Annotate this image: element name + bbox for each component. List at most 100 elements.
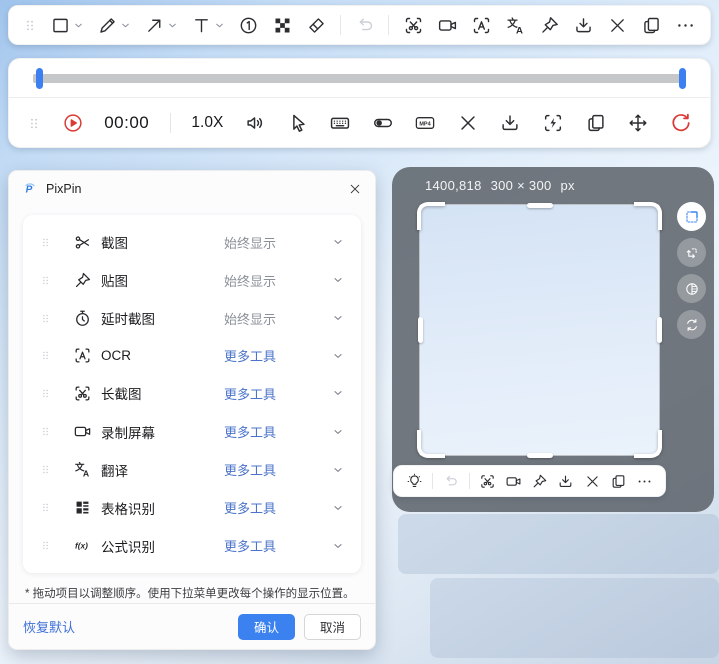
- translate-button[interactable]: 文A: [505, 15, 526, 36]
- row-drag-handle[interactable]: [40, 461, 51, 478]
- annotation-toolbar-drag-handle[interactable]: [23, 15, 37, 36]
- long-screenshot-button[interactable]: [479, 473, 496, 490]
- row-drag-handle[interactable]: [40, 385, 51, 402]
- restore-defaults-link[interactable]: 恢复默认: [23, 617, 75, 636]
- feature-label: 公式识别: [101, 539, 155, 555]
- dialog-note: * 拖动项目以调整顺序。使用下拉菜单更改每个操作的显示位置。: [25, 588, 355, 600]
- save-button[interactable]: [557, 473, 574, 490]
- row-drag-handle[interactable]: [40, 272, 51, 289]
- display-mode-value[interactable]: 更多工具: [224, 422, 332, 441]
- copy-button[interactable]: [610, 473, 627, 490]
- eraser-tool-button[interactable]: [306, 15, 327, 36]
- row-drag-handle[interactable]: [40, 499, 51, 516]
- chevron-down-icon[interactable]: [332, 502, 344, 514]
- chevron-down-icon[interactable]: [214, 20, 225, 31]
- restart-recording-button[interactable]: [670, 112, 692, 134]
- row-drag-handle[interactable]: [40, 423, 51, 440]
- chevron-down-icon[interactable]: [332, 387, 344, 399]
- display-mode-value[interactable]: 始终显示: [224, 309, 332, 328]
- trim-track[interactable]: [33, 74, 686, 83]
- selection-edge-handle[interactable]: [526, 202, 553, 208]
- display-mode-value[interactable]: 更多工具: [224, 498, 332, 517]
- trim-handle-right[interactable]: [679, 68, 686, 89]
- arrow-tool-button[interactable]: [144, 15, 178, 36]
- chevron-down-icon[interactable]: [120, 20, 131, 31]
- close-button[interactable]: [607, 15, 628, 36]
- ocr-button[interactable]: [471, 15, 492, 36]
- recorder-drag-handle[interactable]: [27, 113, 41, 134]
- selection-mode-button[interactable]: [677, 202, 706, 231]
- record-screen-button[interactable]: [437, 15, 458, 36]
- selection-edge-handle[interactable]: [526, 452, 553, 458]
- pencil-tool-button[interactable]: [97, 15, 131, 36]
- selection-edge-handle[interactable]: [417, 317, 423, 343]
- selection-corner-handle[interactable]: [417, 202, 445, 230]
- display-mode-value[interactable]: 更多工具: [224, 384, 332, 403]
- volume-button[interactable]: [244, 112, 266, 134]
- keyboard-overlay-button[interactable]: [329, 112, 351, 134]
- record-toggle-button[interactable]: [372, 112, 394, 134]
- capture-selection[interactable]: [417, 202, 662, 458]
- copy-button[interactable]: [641, 15, 662, 36]
- close-button[interactable]: [584, 473, 601, 490]
- speed-button[interactable]: 1.0X: [191, 114, 223, 132]
- row-drag-handle[interactable]: [40, 310, 51, 327]
- resize-selection-button[interactable]: [677, 238, 706, 267]
- chevron-down-icon[interactable]: [332, 350, 344, 362]
- selection-edge-handle[interactable]: [656, 317, 662, 343]
- mosaic-tool-button[interactable]: [272, 15, 293, 36]
- chevron-down-icon[interactable]: [332, 274, 344, 286]
- chevron-down-icon[interactable]: [332, 312, 344, 324]
- row-drag-handle[interactable]: [40, 537, 51, 554]
- chevron-down-icon[interactable]: [332, 540, 344, 552]
- text-tool-button[interactable]: [191, 15, 225, 36]
- dialog-close-button[interactable]: [348, 182, 362, 196]
- toggle-icon: [372, 112, 394, 134]
- move-toolbar-button[interactable]: [627, 112, 649, 134]
- cursor-toggle-button[interactable]: [287, 112, 309, 134]
- record-screen-button[interactable]: [505, 473, 522, 490]
- long-screenshot-button[interactable]: [403, 15, 424, 36]
- more-button[interactable]: [636, 473, 653, 490]
- display-mode-value[interactable]: 更多工具: [224, 536, 332, 555]
- refresh-selection-button[interactable]: [677, 310, 706, 339]
- chevron-down-icon[interactable]: [332, 464, 344, 476]
- cancel-recording-button[interactable]: [457, 112, 479, 134]
- fx-icon: f(x): [73, 536, 92, 555]
- display-mode-value[interactable]: 始终显示: [224, 271, 332, 290]
- trim-handle-left[interactable]: [36, 68, 43, 89]
- copy-recording-button[interactable]: [585, 112, 607, 134]
- hint-bulb-button[interactable]: [406, 473, 423, 490]
- number-marker-button[interactable]: [238, 15, 259, 36]
- format-mp4-button[interactable]: MP4: [414, 112, 436, 134]
- selection-corner-handle[interactable]: [634, 202, 662, 230]
- chevron-down-icon[interactable]: [332, 426, 344, 438]
- pin-button[interactable]: [531, 473, 548, 490]
- rectangle-tool-button[interactable]: [50, 15, 84, 36]
- row-drag-handle[interactable]: [40, 347, 51, 364]
- chevron-down-icon[interactable]: [167, 20, 178, 31]
- selection-corner-handle[interactable]: [417, 430, 445, 458]
- display-mode-value[interactable]: 更多工具: [224, 346, 332, 365]
- more-button[interactable]: [675, 15, 696, 36]
- contrast-button[interactable]: [677, 274, 706, 303]
- trim-slider[interactable]: [9, 59, 710, 98]
- save-recording-button[interactable]: [499, 112, 521, 134]
- chevron-down-icon[interactable]: [73, 20, 84, 31]
- frame-capture-button[interactable]: [542, 112, 564, 134]
- undo-icon: [442, 473, 459, 490]
- display-mode-value[interactable]: 更多工具: [224, 460, 332, 479]
- selection-corner-handle[interactable]: [634, 430, 662, 458]
- confirm-button[interactable]: 确认: [237, 613, 295, 640]
- dialog-footer: 恢复默认 确认 取消: [9, 603, 375, 649]
- feature-row: 录制屏幕 更多工具: [23, 422, 361, 442]
- pin-button[interactable]: [539, 15, 560, 36]
- save-button[interactable]: [573, 15, 594, 36]
- play-button[interactable]: [62, 112, 84, 134]
- chevron-down-icon[interactable]: [332, 236, 344, 248]
- undo-button[interactable]: [442, 473, 459, 490]
- undo-button[interactable]: [354, 15, 375, 36]
- row-drag-handle[interactable]: [40, 234, 51, 251]
- cancel-button[interactable]: 取消: [303, 613, 361, 640]
- display-mode-value[interactable]: 始终显示: [224, 233, 332, 252]
